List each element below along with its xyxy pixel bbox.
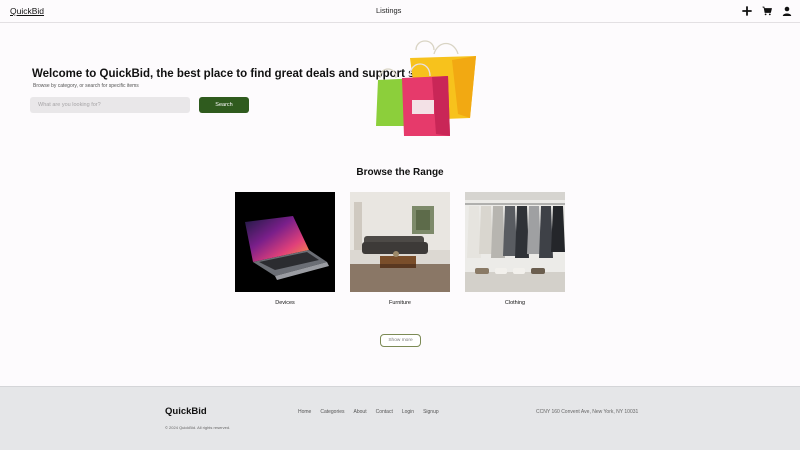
footer-link-home[interactable]: Home — [298, 409, 311, 415]
search-input[interactable] — [30, 97, 190, 113]
category-card-clothing[interactable]: Clothing — [465, 192, 565, 306]
clothes-rack-image — [465, 192, 565, 292]
top-navbar: QuickBid Listings — [0, 0, 800, 23]
category-label: Furniture — [388, 300, 411, 306]
footer-link-signup[interactable]: Signup — [423, 409, 439, 415]
footer-copyright: © 2024 QuickBid. All rights reserved. — [165, 425, 231, 430]
category-label: Clothing — [504, 300, 526, 306]
footer-nav: Home Categories About Contact Login Sign… — [298, 409, 448, 415]
laptop-image — [235, 192, 335, 292]
show-more-button[interactable]: Show more — [380, 334, 421, 347]
footer-link-categories[interactable]: Categories — [320, 409, 344, 415]
brand-logo-link[interactable]: QuickBid — [10, 6, 44, 16]
search-button[interactable]: Search — [199, 97, 249, 113]
nav-link-listings[interactable]: Listings — [376, 6, 401, 15]
footer: QuickBid Home Categories About Contact L… — [0, 386, 800, 450]
footer-link-login[interactable]: Login — [402, 409, 414, 415]
footer-link-about[interactable]: About — [354, 409, 367, 415]
hero-subtitle: Browse by category, or search for specif… — [33, 83, 139, 89]
footer-link-contact[interactable]: Contact — [376, 409, 393, 415]
shopping-bags-image — [376, 40, 476, 136]
footer-brand: QuickBid — [165, 406, 207, 417]
footer-address: CCNY 160 Convent Ave, New York, NY 10031 — [536, 409, 639, 415]
living-room-image — [350, 192, 450, 292]
category-card-devices[interactable]: Devices — [235, 192, 335, 306]
plus-icon[interactable] — [741, 5, 753, 17]
cart-icon[interactable] — [761, 5, 773, 17]
user-icon[interactable] — [781, 5, 793, 17]
category-card-furniture[interactable]: Furniture — [350, 192, 450, 306]
browse-title: Browse the Range — [356, 167, 444, 178]
category-label: Devices — [275, 300, 295, 306]
